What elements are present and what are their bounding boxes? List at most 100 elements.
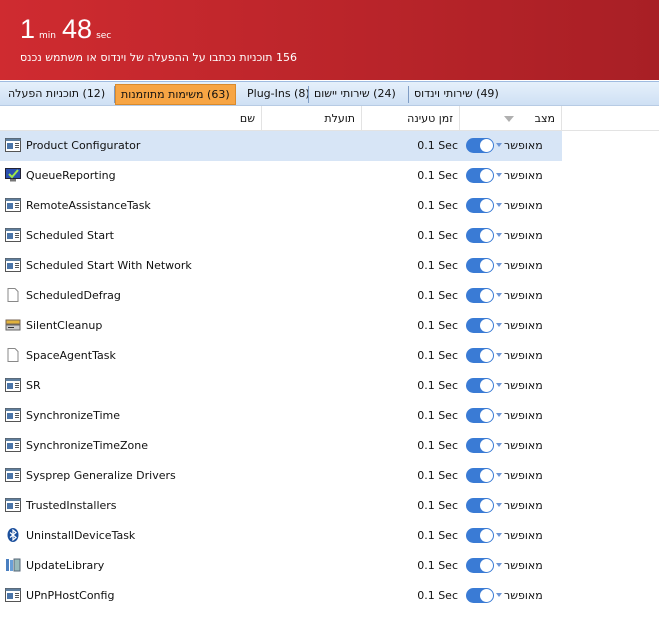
load-time: 0.1 Sec (417, 169, 458, 182)
status-dropdown[interactable]: מאופשר (504, 229, 543, 242)
status-dropdown[interactable]: מאופשר (504, 469, 543, 482)
tab-plugins[interactable]: Plug-Ins (8) (242, 84, 315, 105)
column-status-label: מצב (534, 112, 555, 125)
enable-toggle[interactable] (466, 288, 494, 303)
status-dropdown-arrow-icon[interactable] (496, 203, 502, 207)
status-dropdown[interactable]: מאופשר (504, 349, 543, 362)
status-dropdown-arrow-icon[interactable] (496, 263, 502, 267)
sec-label: sec (96, 31, 112, 41)
min-label: min (39, 31, 57, 41)
library-icon (5, 558, 21, 572)
window-icon (5, 588, 21, 602)
table-row[interactable]: RemoteAssistanceTask 0.1 Sec מאופשר (0, 191, 562, 221)
status-dropdown-arrow-icon[interactable] (496, 143, 502, 147)
column-status[interactable]: מצב (460, 106, 562, 131)
column-usefulness[interactable]: תועלת (262, 106, 362, 131)
task-name: Product Configurator (26, 139, 141, 152)
status-dropdown[interactable]: מאופשר (504, 499, 543, 512)
enable-toggle[interactable] (466, 468, 494, 483)
window-icon (5, 258, 21, 272)
status-dropdown-arrow-icon[interactable] (496, 473, 502, 477)
task-name: SynchronizeTime (26, 409, 120, 422)
window-icon (5, 198, 21, 212)
status-dropdown[interactable]: מאופשר (504, 169, 543, 182)
status-dropdown[interactable]: מאופשר (504, 199, 543, 212)
status-dropdown[interactable]: מאופשר (504, 259, 543, 272)
column-name[interactable]: שם (0, 106, 262, 131)
status-dropdown-arrow-icon[interactable] (496, 173, 502, 177)
table-row[interactable]: SilentCleanup 0.1 Sec מאופשר (0, 311, 562, 341)
status-dropdown[interactable]: מאופשר (504, 139, 543, 152)
load-time: 0.1 Sec (417, 139, 458, 152)
status-dropdown-arrow-icon[interactable] (496, 443, 502, 447)
table-row[interactable]: SR 0.1 Sec מאופשר (0, 371, 562, 401)
enable-toggle[interactable] (466, 258, 494, 273)
status-dropdown-arrow-icon[interactable] (496, 413, 502, 417)
status-dropdown-arrow-icon[interactable] (496, 233, 502, 237)
tab-app-services[interactable]: (24) שירותי יישום (309, 84, 401, 105)
table-row[interactable]: UninstallDeviceTask 0.1 Sec מאופשר (0, 521, 562, 551)
load-time: 0.1 Sec (417, 319, 458, 332)
status-dropdown[interactable]: מאופשר (504, 319, 543, 332)
enable-toggle[interactable] (466, 168, 494, 183)
enable-toggle[interactable] (466, 558, 494, 573)
table-row[interactable]: ScheduledDefrag 0.1 Sec מאופשר (0, 281, 562, 311)
table-row[interactable]: UpdateLibrary 0.1 Sec מאופשר (0, 551, 562, 581)
enable-toggle[interactable] (466, 138, 494, 153)
task-name: UpdateLibrary (26, 559, 105, 572)
enable-toggle[interactable] (466, 348, 494, 363)
status-dropdown[interactable]: מאופשר (504, 559, 543, 572)
tab-scheduled-tasks[interactable]: (63) משימות מתוזמנות (115, 84, 236, 105)
status-dropdown[interactable]: מאופשר (504, 289, 543, 302)
tab-startup-programs[interactable]: (12) תוכניות הפעלה (3, 84, 110, 105)
enable-toggle[interactable] (466, 498, 494, 513)
table-row[interactable]: SpaceAgentTask 0.1 Sec מאופשר (0, 341, 562, 371)
table-row[interactable]: Scheduled Start With Network 0.1 Sec מאו… (0, 251, 562, 281)
status-dropdown[interactable]: מאופשר (504, 379, 543, 392)
task-name: UPnPHostConfig (26, 589, 115, 602)
table-row[interactable]: Product Configurator 0.1 Sec מאופשר (0, 131, 562, 161)
enable-toggle[interactable] (466, 198, 494, 213)
monitor-icon (5, 168, 21, 182)
minutes-value: 1 (20, 14, 36, 44)
enable-toggle[interactable] (466, 408, 494, 423)
bluetooth-icon (5, 528, 21, 542)
status-dropdown[interactable]: מאופשר (504, 589, 543, 602)
load-time: 0.1 Sec (417, 289, 458, 302)
status-dropdown-arrow-icon[interactable] (496, 533, 502, 537)
tab-windows-services[interactable]: (49) שירותי וינדוס (409, 84, 504, 105)
load-time: 0.1 Sec (417, 379, 458, 392)
table-row[interactable]: TrustedInstallers 0.1 Sec מאופשר (0, 491, 562, 521)
status-dropdown-arrow-icon[interactable] (496, 293, 502, 297)
table-row[interactable]: SynchronizeTime 0.1 Sec מאופשר (0, 401, 562, 431)
enable-toggle[interactable] (466, 318, 494, 333)
table-row[interactable]: Sysprep Generalize Drivers 0.1 Sec מאופש… (0, 461, 562, 491)
table-row[interactable]: UPnPHostConfig 0.1 Sec מאופשר (0, 581, 562, 611)
table-row[interactable]: Scheduled Start 0.1 Sec מאופשר (0, 221, 562, 251)
status-dropdown-arrow-icon[interactable] (496, 503, 502, 507)
table-row[interactable]: QueueReporting 0.1 Sec מאופשר (0, 161, 562, 191)
status-dropdown-arrow-icon[interactable] (496, 323, 502, 327)
enable-toggle[interactable] (466, 528, 494, 543)
task-name: Scheduled Start (26, 229, 114, 242)
table-row[interactable]: SynchronizeTimeZone 0.1 Sec מאופשר (0, 431, 562, 461)
enable-toggle[interactable] (466, 378, 494, 393)
task-name: RemoteAssistanceTask (26, 199, 151, 212)
column-load-time[interactable]: זמן טעינה (362, 106, 460, 131)
status-dropdown[interactable]: מאופשר (504, 409, 543, 422)
task-name: Sysprep Generalize Drivers (26, 469, 176, 482)
status-dropdown[interactable]: מאופשר (504, 439, 543, 452)
enable-toggle[interactable] (466, 588, 494, 603)
status-dropdown-arrow-icon[interactable] (496, 383, 502, 387)
boot-time: 1 min 48 sec (20, 14, 117, 45)
task-name: ScheduledDefrag (26, 289, 121, 302)
status-dropdown-arrow-icon[interactable] (496, 353, 502, 357)
enable-toggle[interactable] (466, 438, 494, 453)
status-dropdown-arrow-icon[interactable] (496, 563, 502, 567)
status-dropdown-arrow-icon[interactable] (496, 593, 502, 597)
enable-toggle[interactable] (466, 228, 494, 243)
document-icon (5, 288, 21, 302)
status-dropdown[interactable]: מאופשר (504, 529, 543, 542)
window-icon (5, 438, 21, 452)
sort-arrow-icon (504, 116, 514, 122)
